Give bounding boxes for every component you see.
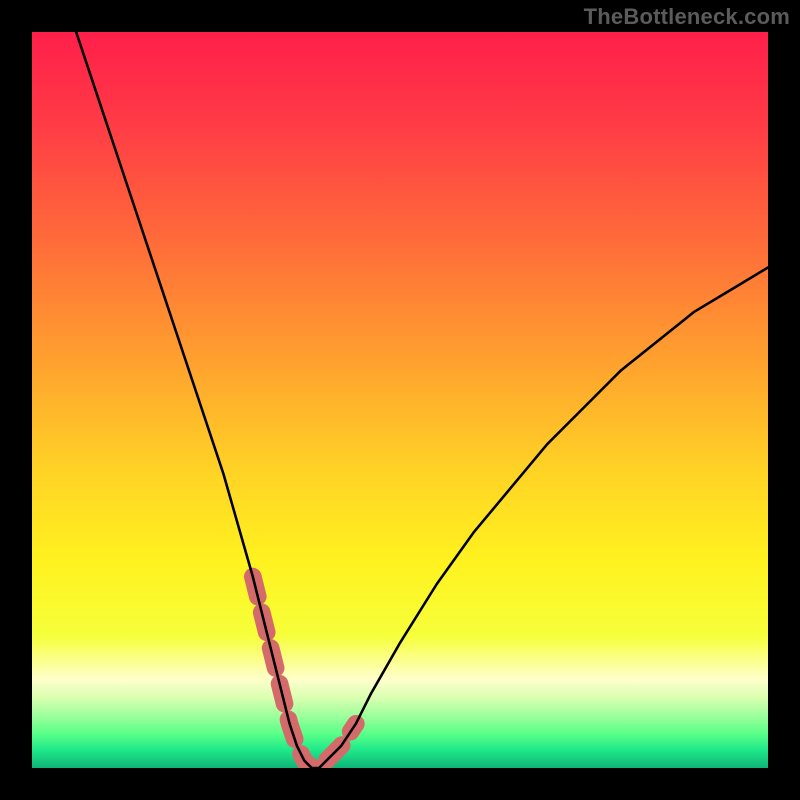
plot-area: [32, 32, 768, 768]
bottleneck-curve: [76, 32, 768, 768]
curve-layer: [32, 32, 768, 768]
watermark-text: TheBottleneck.com: [584, 4, 790, 30]
highlight-segment: [253, 577, 356, 768]
chart-frame: TheBottleneck.com: [0, 0, 800, 800]
